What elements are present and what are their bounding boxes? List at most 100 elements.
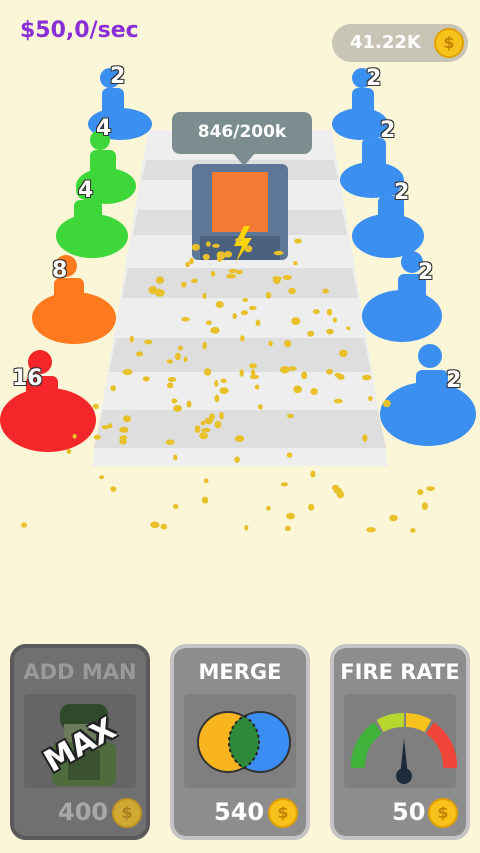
coin-particle <box>177 345 184 351</box>
fire-rate-button[interactable]: FIRE RATE 50 $ <box>330 644 470 840</box>
coin-particle <box>201 427 211 433</box>
coin-particle <box>201 496 209 504</box>
add-man-title: ADD MAN <box>23 660 137 684</box>
coin-particle <box>219 387 229 395</box>
coin-particle <box>202 253 210 261</box>
coin-particle <box>150 521 160 529</box>
coin-particle <box>307 330 315 337</box>
coin-particle <box>119 426 129 433</box>
coin-particle <box>236 269 243 275</box>
coin-particle <box>226 273 237 279</box>
coin-particle <box>242 298 249 302</box>
coin-counter: 41.22K $ <box>332 24 468 62</box>
coin-particle <box>173 404 182 412</box>
coin-particle <box>214 420 222 429</box>
coin-particle <box>334 372 342 378</box>
coin-particle <box>119 435 128 441</box>
coin-particle <box>204 417 213 425</box>
soldier-icon <box>418 344 442 368</box>
merge-icon-area <box>184 694 296 788</box>
coin-particle <box>273 276 281 285</box>
coin-particle <box>255 319 261 327</box>
coin-particle <box>205 241 211 247</box>
coin-particle <box>240 310 249 316</box>
coin-particle <box>326 308 333 316</box>
coin-particle <box>216 251 223 260</box>
coin-particle <box>210 271 216 277</box>
coin-particle <box>191 243 200 251</box>
coin-particle <box>389 514 398 522</box>
coin-particle <box>368 395 373 402</box>
coin-particle <box>135 351 144 357</box>
coin-particle <box>202 341 207 350</box>
coin-particle <box>301 371 308 380</box>
income-rate: $50,0/sec <box>20 18 139 43</box>
coin-particle <box>110 385 116 392</box>
merge-title: MERGE <box>198 660 282 684</box>
coin-particle <box>102 425 109 430</box>
coin-particle <box>167 382 174 389</box>
coin-particle <box>326 368 333 375</box>
coin-particle <box>93 434 101 440</box>
coin-particle <box>251 369 256 377</box>
coin-particle <box>284 525 291 532</box>
coin-particle <box>142 376 150 382</box>
coin-particle <box>410 528 416 533</box>
coin-particle <box>258 404 263 410</box>
merge-button[interactable]: MERGE 540 $ <box>170 644 310 840</box>
merge-circles-icon <box>197 711 291 773</box>
add-man-button[interactable]: ADD MAN MAX 400 $ <box>10 644 150 840</box>
coin-particle <box>144 339 153 345</box>
coin-particle <box>199 432 208 440</box>
coin-particle <box>214 394 220 403</box>
coin-particle <box>122 369 133 376</box>
coin-particle <box>129 335 134 343</box>
coin-particle <box>202 292 207 300</box>
coin-icon: $ <box>112 798 142 828</box>
unit-level: 2 <box>366 66 382 91</box>
bubble-tail <box>232 152 256 166</box>
merge-cost: 540 <box>214 798 265 826</box>
coin-particle <box>160 523 168 530</box>
coin-particle <box>265 291 272 299</box>
boss-block <box>192 164 288 262</box>
coin-particle <box>421 502 428 510</box>
coin-particle <box>288 287 296 295</box>
coin-particle <box>293 261 298 266</box>
coin-particle <box>210 327 220 334</box>
boss-hp-text: 846/200k <box>197 122 287 142</box>
coin-particle <box>339 349 348 358</box>
coin-particle <box>219 411 224 420</box>
unit-level: 2 <box>110 64 126 89</box>
coin-particle <box>273 250 284 256</box>
coin-particle <box>215 301 224 308</box>
coin-particle <box>194 425 201 433</box>
coin-particle <box>268 340 273 347</box>
gauge-icon <box>350 713 458 784</box>
unit-level: 2 <box>380 118 396 143</box>
coin-particle <box>294 238 302 244</box>
coin-particle <box>249 305 257 311</box>
coin-particle <box>326 328 334 335</box>
coin-particle <box>293 385 302 394</box>
coin-particle <box>167 377 177 382</box>
coin-particle <box>280 482 288 487</box>
coin-particle <box>21 522 27 528</box>
coin-particle <box>171 398 178 404</box>
coin-particle <box>72 433 77 439</box>
coin-particle <box>173 504 179 509</box>
coin-particle <box>232 313 237 320</box>
unit-level: 4 <box>78 178 94 203</box>
add-man-icon-area: MAX <box>24 694 136 788</box>
unit-level: 2 <box>446 368 462 393</box>
coin-particle <box>110 486 117 492</box>
coin-particle <box>266 505 271 511</box>
coin-particle <box>346 326 351 331</box>
coin-particle <box>224 251 233 258</box>
coin-particle <box>183 356 188 363</box>
coin-particle <box>308 503 315 511</box>
coin-particle <box>333 487 342 494</box>
coin-particle <box>287 413 294 419</box>
coin-particle <box>332 317 337 323</box>
unit-level: 2 <box>394 180 410 205</box>
